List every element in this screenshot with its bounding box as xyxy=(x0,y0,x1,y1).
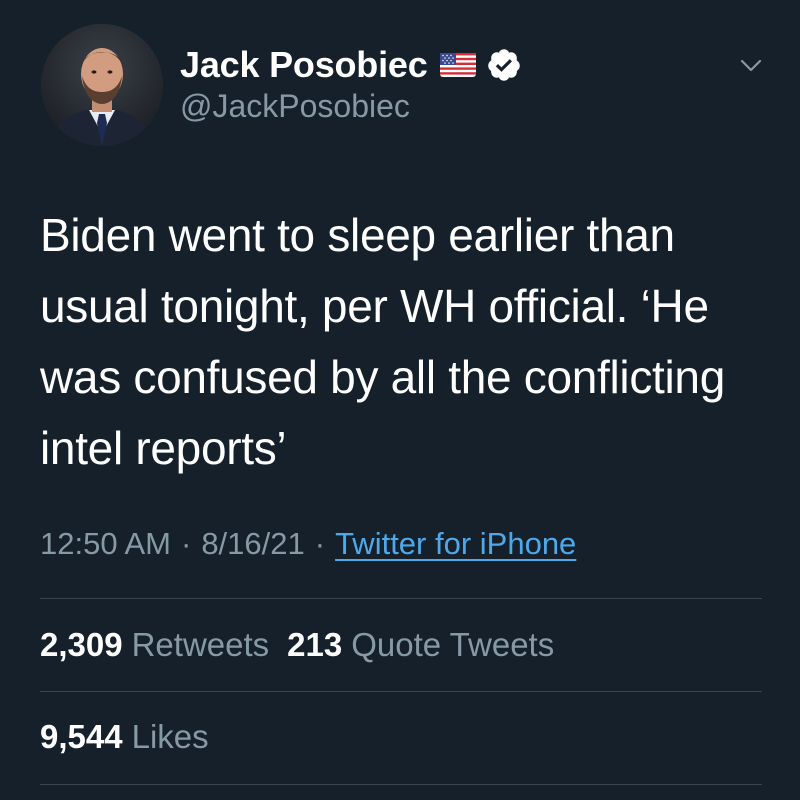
tweet-date[interactable]: 8/16/21 xyxy=(201,526,304,562)
likes-stat[interactable]: 9,544 Likes xyxy=(40,718,209,756)
us-flag-icon xyxy=(439,53,476,77)
display-name[interactable]: Jack Posobiec xyxy=(180,44,428,86)
author-name-row: Jack Posobiec xyxy=(180,42,522,88)
tweet-time[interactable]: 12:50 AM xyxy=(40,526,171,562)
divider xyxy=(40,784,762,785)
quote-tweets-count: 213 xyxy=(287,626,343,663)
retweets-stat[interactable]: 2,309 Retweets xyxy=(40,626,269,664)
meta-separator: · xyxy=(180,526,192,561)
quote-tweets-stat[interactable]: 213 Quote Tweets xyxy=(287,626,554,664)
chevron-down-icon[interactable] xyxy=(738,52,764,78)
verified-badge-icon xyxy=(486,47,522,83)
divider xyxy=(40,598,762,599)
likes-row: 9,544 Likes xyxy=(40,718,209,756)
avatar-image xyxy=(41,24,163,146)
author-handle[interactable]: @JackPosobiec xyxy=(180,88,410,125)
engagement-stats: 2,309 Retweets 213 Quote Tweets xyxy=(40,626,554,664)
avatar[interactable] xyxy=(41,24,163,146)
tweet-card: Jack Posobiec @JackPosobiec Biden went t… xyxy=(0,0,800,800)
retweets-count: 2,309 xyxy=(40,626,123,663)
tweet-meta: 12:50 AM · 8/16/21 · Twitter for iPhone xyxy=(40,526,576,562)
likes-count: 9,544 xyxy=(40,718,123,755)
tweet-source-link[interactable]: Twitter for iPhone xyxy=(335,526,576,562)
quote-tweets-label: Quote Tweets xyxy=(351,626,555,663)
retweets-label: Retweets xyxy=(131,626,270,663)
tweet-text: Biden went to sleep earlier than usual t… xyxy=(40,209,726,474)
divider xyxy=(40,691,762,692)
likes-label: Likes xyxy=(131,718,209,755)
meta-separator: · xyxy=(314,526,326,561)
